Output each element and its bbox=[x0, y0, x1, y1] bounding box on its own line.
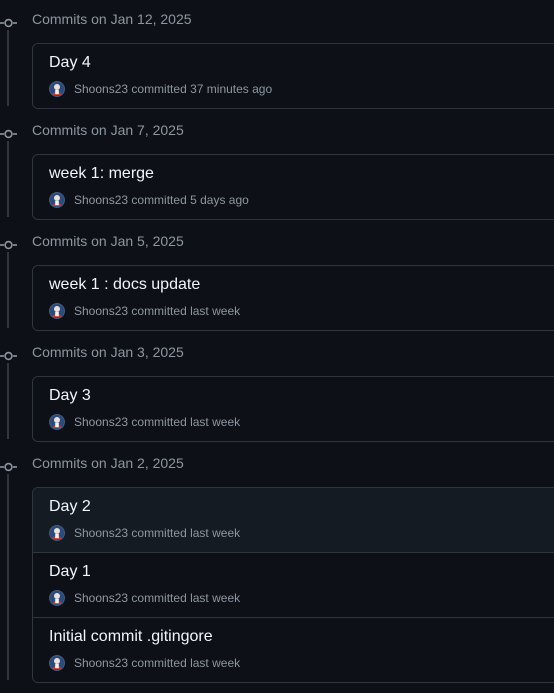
timeline-rail bbox=[7, 141, 9, 217]
timeline-rail bbox=[7, 30, 9, 106]
commit-list: Day 3 Shoons23 committed last week bbox=[32, 376, 554, 442]
commit-action-label: committed bbox=[131, 82, 187, 96]
avatar[interactable] bbox=[49, 192, 65, 208]
commit-group-title: Commits on Jan 3, 2025 bbox=[32, 344, 184, 360]
commit-action-label: committed bbox=[131, 526, 187, 540]
commit-message-link[interactable]: Day 2 bbox=[49, 498, 91, 516]
commit-meta-text: Shoons23 committed last week bbox=[74, 415, 240, 429]
commit-row[interactable]: week 1 : docs update Shoons23 committed l… bbox=[33, 266, 554, 330]
commit-meta-text: Shoons23 committed last week bbox=[74, 656, 240, 670]
commit-message-link[interactable]: Day 1 bbox=[49, 563, 91, 581]
commit-relative-time: last week bbox=[190, 415, 241, 429]
commit-author-link[interactable]: Shoons23 bbox=[74, 82, 128, 96]
commit-action-label: committed bbox=[131, 193, 187, 207]
commit-relative-time: last week bbox=[190, 526, 241, 540]
commit-group: Commits on Jan 7, 2025 week 1: merge Shoon… bbox=[0, 120, 554, 220]
commit-action-label: committed bbox=[131, 656, 187, 670]
commit-group-header: Commits on Jan 7, 2025 bbox=[0, 120, 554, 142]
commit-relative-time: 5 days ago bbox=[190, 193, 249, 207]
commit-meta-text: Shoons23 committed last week bbox=[74, 591, 240, 605]
commit-row[interactable]: Day 1 Shoons23 committed last week bbox=[33, 552, 554, 617]
commit-message-link[interactable]: week 1: merge bbox=[49, 165, 154, 183]
avatar[interactable] bbox=[49, 655, 65, 671]
git-commit-icon bbox=[0, 126, 17, 139]
commit-group: Commits on Jan 2, 2025 Day 2 Shoons23 comm… bbox=[0, 453, 554, 683]
avatar[interactable] bbox=[49, 303, 65, 319]
commit-message-link[interactable]: Day 4 bbox=[49, 54, 91, 72]
commit-list: week 1: merge Shoons23 committed 5 days a… bbox=[32, 154, 554, 220]
commit-meta-text: Shoons23 committed 37 minutes ago bbox=[74, 82, 272, 96]
avatar[interactable] bbox=[49, 81, 65, 97]
commit-meta-text: Shoons23 committed last week bbox=[74, 526, 240, 540]
commit-list: Day 2 Shoons23 committed last week Day 1 Sh… bbox=[32, 487, 554, 683]
commit-relative-time: last week bbox=[190, 656, 241, 670]
timeline-rail bbox=[7, 474, 9, 680]
commit-relative-time: last week bbox=[190, 304, 241, 318]
commit-group-header: Commits on Jan 12, 2025 bbox=[0, 9, 554, 31]
commit-relative-time: 37 minutes ago bbox=[190, 82, 273, 96]
commit-row[interactable]: Day 3 Shoons23 committed last week bbox=[33, 377, 554, 441]
commit-relative-time: last week bbox=[190, 591, 241, 605]
commit-action-label: committed bbox=[131, 304, 187, 318]
commit-author-link[interactable]: Shoons23 bbox=[74, 591, 128, 605]
commit-message-link[interactable]: week 1 : docs update bbox=[49, 276, 200, 294]
commit-group-title: Commits on Jan 12, 2025 bbox=[32, 11, 192, 27]
commit-meta-text: Shoons23 committed last week bbox=[74, 304, 240, 318]
commit-action-label: committed bbox=[131, 415, 187, 429]
commit-group-header: Commits on Jan 5, 2025 bbox=[0, 231, 554, 253]
commit-group-title: Commits on Jan 7, 2025 bbox=[32, 122, 184, 138]
commit-list: Day 4 Shoons23 committed 37 minutes ago bbox=[32, 43, 554, 109]
git-commit-icon bbox=[0, 15, 17, 28]
timeline-rail bbox=[7, 363, 9, 439]
commit-author-link[interactable]: Shoons23 bbox=[74, 193, 128, 207]
commit-author-link[interactable]: Shoons23 bbox=[74, 415, 128, 429]
commit-list: week 1 : docs update Shoons23 committed l… bbox=[32, 265, 554, 331]
git-commit-icon bbox=[0, 348, 17, 361]
commit-group: Commits on Jan 5, 2025 week 1 : docs upda… bbox=[0, 231, 554, 331]
commit-group: Commits on Jan 12, 2025 Day 4 Shoons23 com… bbox=[0, 9, 554, 109]
commit-meta-text: Shoons23 committed 5 days ago bbox=[74, 193, 249, 207]
commit-row[interactable]: Day 2 Shoons23 committed last week bbox=[33, 488, 554, 552]
git-commit-icon bbox=[0, 237, 17, 250]
avatar[interactable] bbox=[49, 525, 65, 541]
commit-action-label: committed bbox=[131, 591, 187, 605]
commit-row[interactable]: Initial commit .gitingore Shoons23 commit… bbox=[33, 617, 554, 682]
commit-message-link[interactable]: Initial commit .gitingore bbox=[49, 628, 213, 646]
avatar[interactable] bbox=[49, 590, 65, 606]
commit-timeline: Commits on Jan 12, 2025 Day 4 Shoons23 com… bbox=[0, 0, 554, 693]
commit-author-link[interactable]: Shoons23 bbox=[74, 656, 128, 670]
commit-author-link[interactable]: Shoons23 bbox=[74, 304, 128, 318]
commit-row[interactable]: week 1: merge Shoons23 committed 5 days a… bbox=[33, 155, 554, 219]
commit-row[interactable]: Day 4 Shoons23 committed 37 minutes ago bbox=[33, 44, 554, 108]
git-commit-icon bbox=[0, 459, 17, 472]
commit-group-header: Commits on Jan 3, 2025 bbox=[0, 342, 554, 364]
timeline-rail bbox=[7, 252, 9, 328]
commit-group-title: Commits on Jan 5, 2025 bbox=[32, 233, 184, 249]
avatar[interactable] bbox=[49, 414, 65, 430]
commit-group-title: Commits on Jan 2, 2025 bbox=[32, 455, 184, 471]
commit-group: Commits on Jan 3, 2025 Day 3 Shoons23 comm… bbox=[0, 342, 554, 442]
commit-message-link[interactable]: Day 3 bbox=[49, 387, 91, 405]
commit-author-link[interactable]: Shoons23 bbox=[74, 526, 128, 540]
commit-group-header: Commits on Jan 2, 2025 bbox=[0, 453, 554, 475]
